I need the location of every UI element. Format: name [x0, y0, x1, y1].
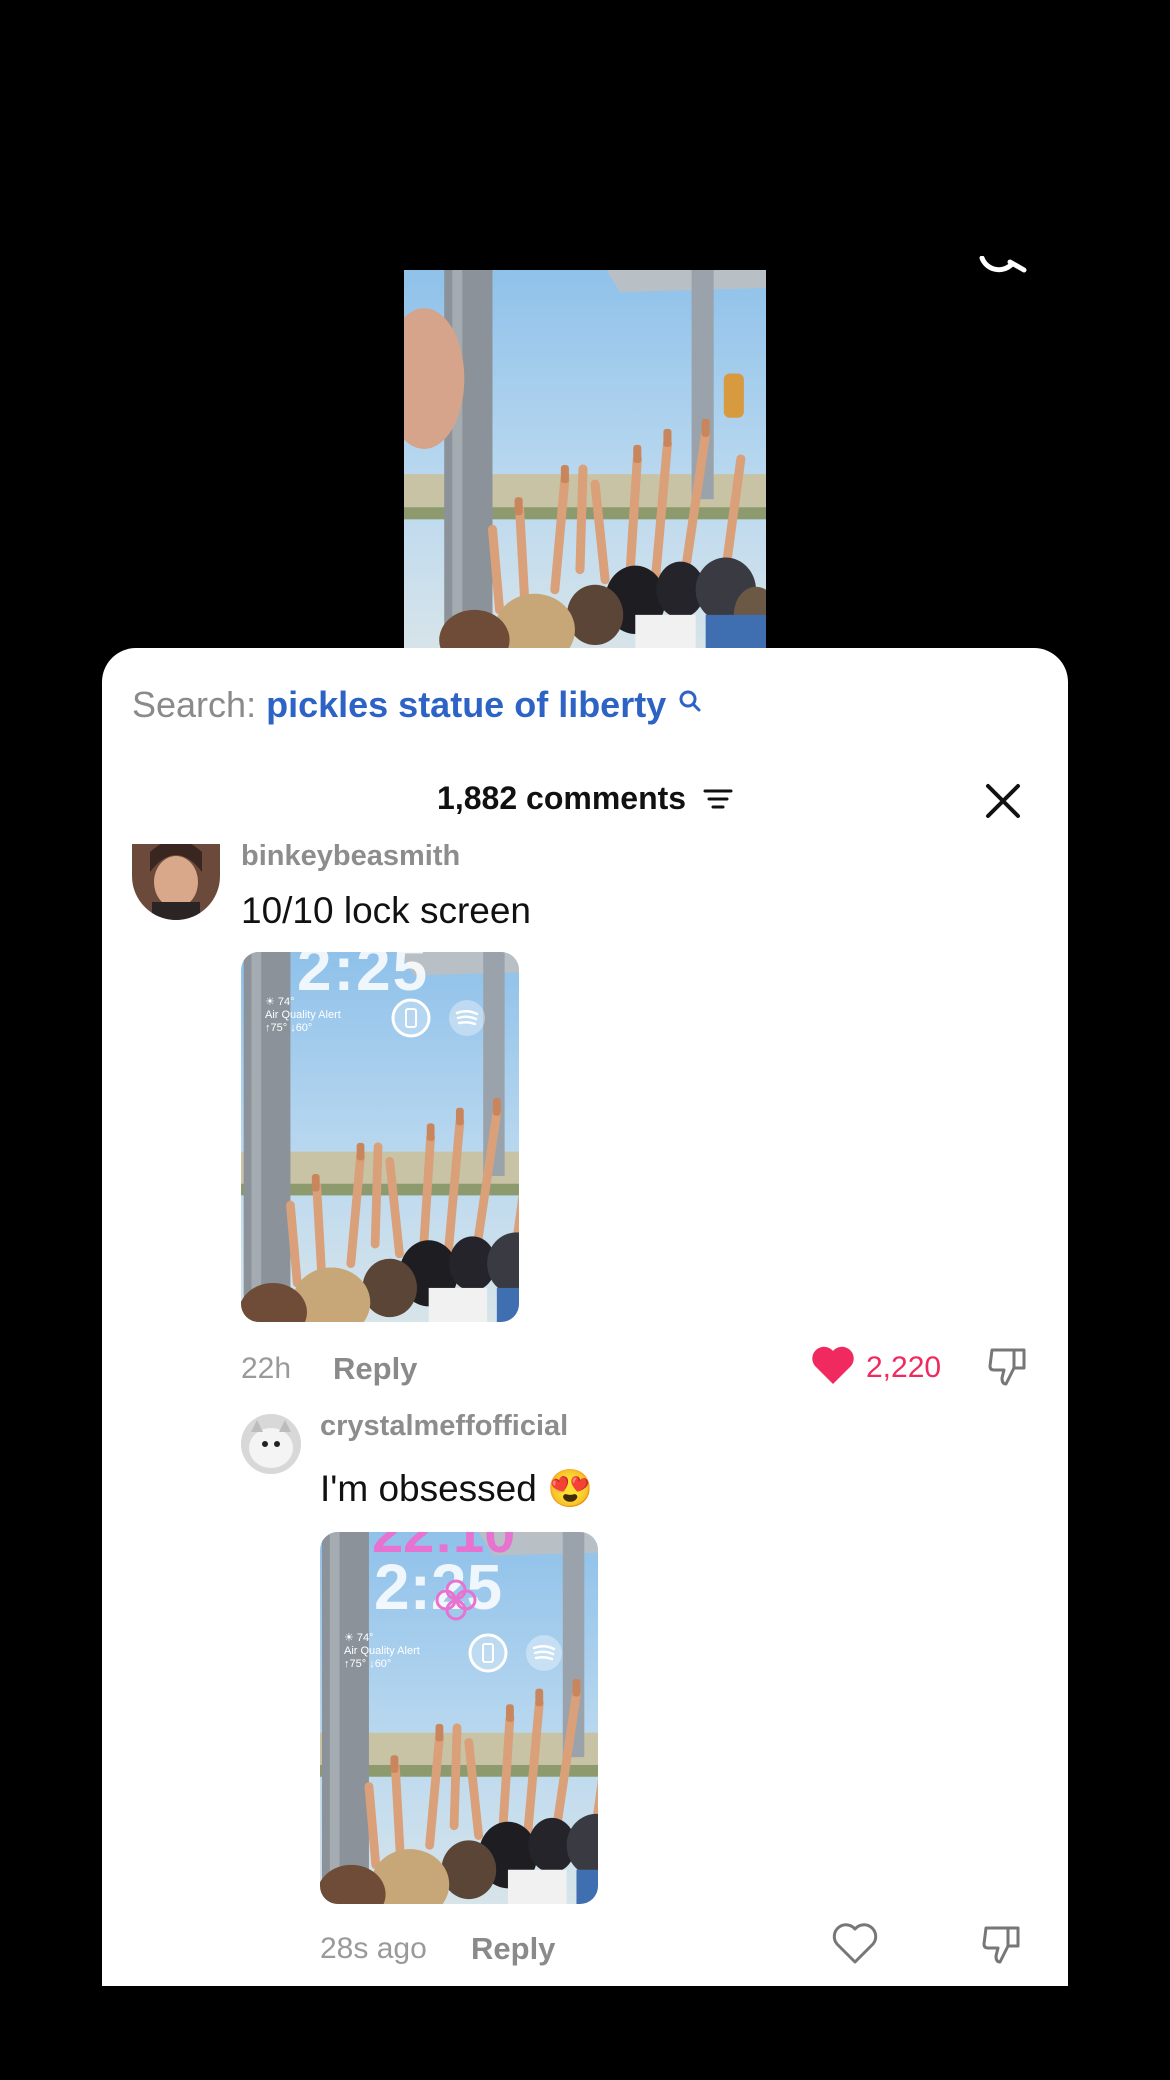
comment-username[interactable]: binkeybeasmith: [241, 844, 460, 873]
comments-sheet: Search: pickles statue of liberty 1,882 …: [102, 648, 1068, 1986]
heart-filled-icon[interactable]: [810, 1344, 856, 1386]
comment-list[interactable]: binkeybeasmith 10/10 lock screen 2:25 ☀ …: [102, 844, 1068, 1986]
comment-text: I'm obsessed 😍: [320, 1468, 594, 1509]
comment-time: 22h: [241, 1352, 292, 1385]
heart-outline-icon[interactable]: [832, 1922, 878, 1966]
search-icon[interactable]: [678, 680, 702, 722]
weather-alert: Air Quality Alert: [344, 1645, 420, 1657]
lockscreen-widgets-icon: [391, 998, 485, 1038]
filter-icon[interactable]: [703, 782, 733, 819]
avatar[interactable]: [132, 844, 220, 920]
close-icon[interactable]: [984, 782, 1022, 820]
weather-alert: Air Quality Alert: [265, 1009, 341, 1021]
search-suggestion[interactable]: Search: pickles statue of liberty: [132, 684, 702, 726]
lockscreen-weather-widget: ☀ 74° Air Quality Alert ↑75° ↓60°: [265, 996, 341, 1035]
search-prefix: Search:: [132, 684, 257, 725]
comment-count: 1,882 comments: [437, 780, 687, 816]
weather-range: ↑75° ↓60°: [344, 1658, 392, 1670]
like-count: 2,220: [866, 1351, 942, 1384]
comments-header: 1,882 comments: [102, 780, 1068, 819]
search-query[interactable]: pickles statue of liberty: [266, 684, 666, 725]
weather-range: ↑75° ↓60°: [265, 1022, 313, 1034]
comment-image[interactable]: 22:10 2:25 ☀ 74° Air Quality Alert ↑75° …: [320, 1532, 598, 1904]
comment-time: 28s ago: [320, 1932, 427, 1965]
lockscreen-weather-widget: ☀ 74° Air Quality Alert ↑75° ↓60°: [344, 1632, 420, 1671]
comment-image[interactable]: 2:25 ☀ 74° Air Quality Alert ↑75° ↓60°: [241, 952, 519, 1322]
avatar[interactable]: [241, 1414, 301, 1474]
weather-temp: ☀ 74°: [344, 1632, 374, 1644]
lockscreen-widgets-icon: [468, 1633, 562, 1673]
search-icon[interactable]: [978, 256, 1028, 284]
flower-logo-icon: [435, 1579, 477, 1621]
video-preview[interactable]: [404, 270, 766, 648]
weather-temp: ☀ 74°: [265, 996, 295, 1008]
reply-button[interactable]: Reply: [333, 1351, 417, 1387]
dislike-icon[interactable]: [980, 1922, 1024, 1966]
dislike-icon[interactable]: [986, 1344, 1030, 1388]
comment-text: 10/10 lock screen: [241, 890, 532, 931]
reply-button[interactable]: Reply: [471, 1931, 555, 1967]
comment-username[interactable]: crystalmeffofficial: [320, 1410, 568, 1443]
